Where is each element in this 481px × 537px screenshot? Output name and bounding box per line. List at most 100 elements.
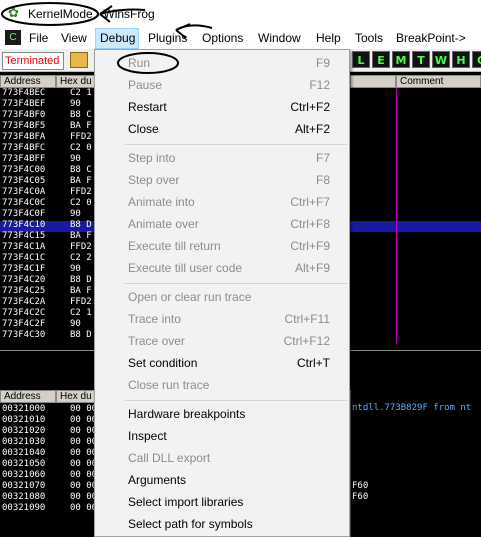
disasm-row-hex[interactable]: B8 D (70, 330, 92, 340)
disasm-row-address[interactable]: 773F4BFF (2, 154, 45, 164)
menu-item-step-into[interactable]: Step into (128, 151, 175, 165)
disasm-row-address[interactable]: 773F4C30 (2, 330, 45, 340)
dump-row-address[interactable]: 00321050 (2, 459, 45, 469)
disasm-row-address[interactable]: 773F4BFA (2, 132, 45, 142)
disasm-row-address[interactable]: 773F4C1C (2, 253, 45, 263)
disasm-row-address[interactable]: 773F4C2A (2, 297, 45, 307)
disasm-row-hex[interactable]: 90 (70, 264, 81, 274)
toolbar-button-executables[interactable]: E (372, 51, 390, 68)
dump-row-address[interactable]: 00321030 (2, 437, 45, 447)
disasm-row-address[interactable]: 773F4C2C (2, 308, 45, 318)
disasm-header-comment[interactable]: Comment (396, 75, 481, 88)
dump-row-address[interactable]: 00321090 (2, 503, 45, 513)
disasm-row-hex[interactable]: BA F (70, 231, 92, 241)
disasm-row-hex[interactable]: C2 2 (70, 253, 92, 263)
menu-item-select-import-libraries[interactable]: Select import libraries (128, 495, 243, 509)
dump-row-address[interactable]: 00321070 (2, 481, 45, 491)
dump-row-address[interactable]: 00321080 (2, 492, 45, 502)
disasm-row-hex[interactable]: C2 1 (70, 308, 92, 318)
dump-row-address[interactable]: 00321020 (2, 426, 45, 436)
menu-item-trace-over[interactable]: Trace over (128, 334, 185, 348)
menu-tools[interactable]: Tools (355, 31, 383, 45)
disasm-row-address[interactable]: 773F4BEC (2, 88, 45, 98)
disasm-row-address[interactable]: 773F4C15 (2, 231, 45, 241)
menu-breakpoint[interactable]: BreakPoint-> (396, 31, 466, 45)
menu-item-inspect[interactable]: Inspect (128, 429, 167, 443)
disasm-row-address[interactable]: 773F4C05 (2, 176, 45, 186)
disasm-row-address[interactable]: 773F4C20 (2, 275, 45, 285)
menu-item-execute-till-return[interactable]: Execute till return (128, 239, 221, 253)
menu-item-hardware-breakpoints[interactable]: Hardware breakpoints (128, 407, 245, 421)
dump-row-address[interactable]: 00321040 (2, 448, 45, 458)
disasm-row-hex[interactable]: 90 (70, 99, 81, 109)
disasm-row-address[interactable]: 773F4BF0 (2, 110, 45, 120)
disasm-row-address[interactable]: 773F4C00 (2, 165, 45, 175)
disasm-row-hex[interactable]: 90 (70, 209, 81, 219)
menu-item-animate-into[interactable]: Animate into (128, 195, 195, 209)
menu-help[interactable]: Help (316, 31, 341, 45)
disasm-row-hex[interactable]: FFD2 (70, 242, 92, 252)
disasm-row-hex[interactable]: 90 (70, 154, 81, 164)
disasm-row-hex[interactable]: C2 0 (70, 198, 92, 208)
disasm-header-hex[interactable]: Hex du (56, 75, 96, 88)
disasm-row-hex[interactable]: B8 D (70, 220, 92, 230)
menu-view[interactable]: View (61, 31, 87, 45)
menu-item-trace-into[interactable]: Trace into (128, 312, 181, 326)
disasm-row-address[interactable]: 773F4C1A (2, 242, 45, 252)
menu-item-arguments[interactable]: Arguments (128, 473, 186, 487)
disasm-row-address[interactable]: 773F4BFC (2, 143, 45, 153)
toolbar-button-handles[interactable]: H (452, 51, 470, 68)
dump-header-address[interactable]: Address (0, 390, 56, 403)
menu-item-run[interactable]: Run (128, 56, 150, 70)
menu-item-restart[interactable]: Restart (128, 100, 167, 114)
disasm-row-address[interactable]: 773F4BEF (2, 99, 45, 109)
disasm-row-hex[interactable]: C2 0 (70, 143, 92, 153)
menu-item-close[interactable]: Close (128, 122, 159, 136)
toolbar-button-cpu[interactable]: C (472, 51, 481, 68)
dump-header-hex[interactable]: Hex du (56, 390, 96, 403)
disasm-row-hex[interactable]: B8 D (70, 275, 92, 285)
disasm-row-hex[interactable]: C2 1 (70, 88, 92, 98)
menu-window[interactable]: Window (258, 31, 301, 45)
open-folder-icon[interactable] (70, 52, 88, 68)
menu-plugins[interactable]: Plugins (148, 31, 187, 45)
disasm-row-address[interactable]: 773F4C25 (2, 286, 45, 296)
disasm-row-hex[interactable]: 90 (70, 319, 81, 329)
disasm-row-hex[interactable]: B8 C (70, 165, 92, 175)
disasm-row-address[interactable]: 773F4C0C (2, 198, 45, 208)
disasm-row-address[interactable]: 773F4C0F (2, 209, 45, 219)
disasm-row-hex[interactable]: FFD2 (70, 187, 92, 197)
dump-row-address[interactable]: 00321060 (2, 470, 45, 480)
menu-item-step-over[interactable]: Step over (128, 173, 179, 187)
menu-item-animate-over[interactable]: Animate over (128, 217, 199, 231)
menu-item-close-run-trace[interactable]: Close run trace (128, 378, 209, 392)
menu-file[interactable]: File (29, 31, 48, 45)
disasm-row-address[interactable]: 773F4C0A (2, 187, 45, 197)
disasm-row-hex[interactable]: BA F (70, 121, 92, 131)
disasm-row-address[interactable]: 773F4C10 (2, 220, 45, 230)
menu-item-execute-till-user-code[interactable]: Execute till user code (128, 261, 242, 275)
menu-item-open-run-trace[interactable]: Open or clear run trace (128, 290, 251, 304)
dump-row-address[interactable]: 00321010 (2, 415, 45, 425)
menu-item-select-path-for-symbols[interactable]: Select path for symbols (128, 517, 253, 531)
dump-row-address[interactable]: 00321000 (2, 404, 45, 414)
disasm-row-hex[interactable]: BA F (70, 176, 92, 186)
toolbar-button-log[interactable]: L (352, 51, 370, 68)
toolbar-button-threads[interactable]: T (412, 51, 430, 68)
toolbar-button-windows[interactable]: W (432, 51, 450, 68)
disasm-header-address[interactable]: Address (0, 75, 56, 88)
disasm-row-hex[interactable]: FFD2 (70, 132, 92, 142)
disasm-row-address[interactable]: 773F4C2F (2, 319, 45, 329)
toolbar-button-memory[interactable]: M (392, 51, 410, 68)
menu-item-pause[interactable]: Pause (128, 78, 162, 92)
disasm-row-address[interactable]: 773F4BF5 (2, 121, 45, 131)
menu-debug[interactable]: Debug (100, 31, 135, 45)
disasm-row-address[interactable]: 773F4C1F (2, 264, 45, 274)
disasm-row-hex[interactable]: BA F (70, 286, 92, 296)
menu-options[interactable]: Options (202, 31, 243, 45)
disasm-row-hex[interactable]: B8 C (70, 110, 92, 120)
menu-item-call-dll-export[interactable]: Call DLL export (128, 451, 210, 465)
system-menu-icon[interactable]: C (5, 30, 21, 45)
disasm-row-hex[interactable]: FFD2 (70, 297, 92, 307)
menu-item-set-condition[interactable]: Set condition (128, 356, 197, 370)
